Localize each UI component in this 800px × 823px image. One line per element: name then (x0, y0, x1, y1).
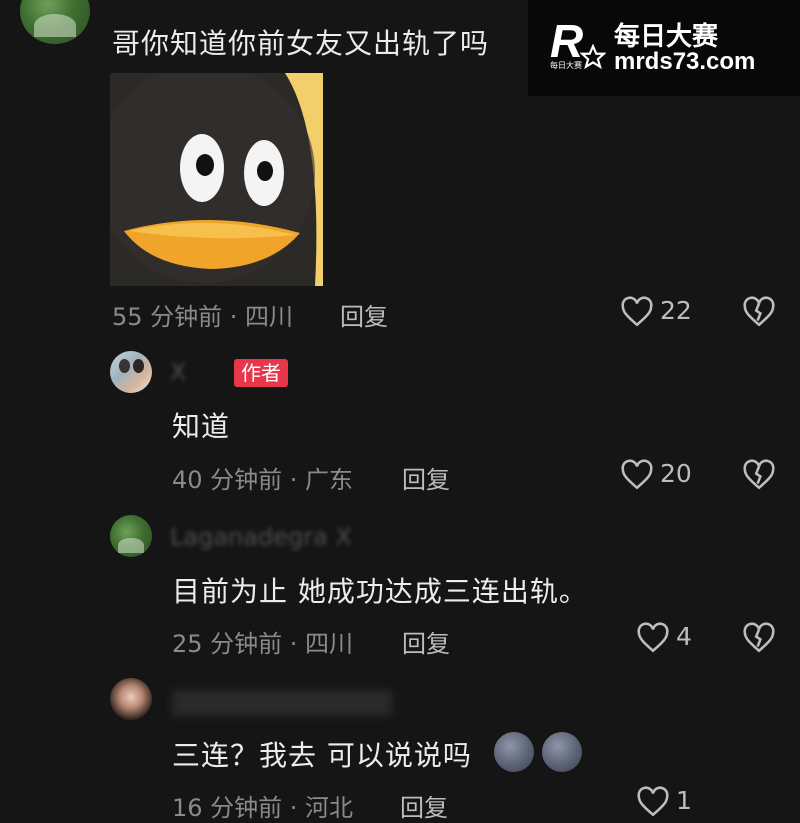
avatar[interactable] (110, 515, 152, 557)
broken-heart-icon[interactable] (742, 296, 776, 328)
like-count: 4 (676, 622, 692, 651)
comment-text: 三连？我去 可以说说吗 (172, 739, 472, 772)
reply-button[interactable]: 回复 (402, 460, 450, 495)
heart-outline-icon[interactable] (636, 622, 670, 654)
broken-heart-icon[interactable] (742, 622, 776, 654)
author-name-blur (172, 690, 392, 716)
moon-face-emoji (494, 732, 534, 772)
author-name[interactable]: X (170, 358, 186, 386)
comment-text: 知道 (172, 410, 231, 443)
heart-outline-icon[interactable] (636, 786, 670, 818)
watermark-logo-caption: 每日大赛 (550, 61, 582, 70)
penguin-image (110, 73, 323, 286)
watermark-url: mrds73.com (614, 48, 756, 75)
reply-button[interactable]: 回复 (402, 624, 450, 659)
watermark: R 每日大赛 每日大赛 mrds73.com (528, 0, 800, 96)
comment-meta: 25 分钟前 · 四川 (172, 630, 354, 658)
author-name[interactable]: Laganadegra X (170, 523, 352, 551)
author-badge: 作者 (234, 359, 288, 387)
like-count: 1 (676, 786, 692, 815)
avatar[interactable] (110, 351, 152, 393)
star-icon (580, 44, 606, 70)
like-count: 22 (660, 296, 692, 325)
comment-meta: 40 分钟前 · 广东 (172, 466, 354, 494)
moon-face-emoji (542, 732, 582, 772)
avatar[interactable] (20, 0, 90, 44)
comment-text: 哥你知道你前女友又出轨了吗 (112, 27, 490, 60)
broken-heart-icon[interactable] (742, 459, 776, 491)
comment-text: 目前为止 她成功达成三连出轨。 (172, 575, 588, 608)
comment-meta: 55 分钟前 · 四川 (112, 303, 294, 331)
avatar[interactable] (110, 678, 152, 720)
heart-outline-icon[interactable] (620, 459, 654, 491)
like-count: 20 (660, 459, 692, 488)
heart-outline-icon[interactable] (620, 296, 654, 328)
penguin-sticker[interactable] (110, 73, 323, 286)
reply-button[interactable]: 回复 (340, 297, 388, 332)
